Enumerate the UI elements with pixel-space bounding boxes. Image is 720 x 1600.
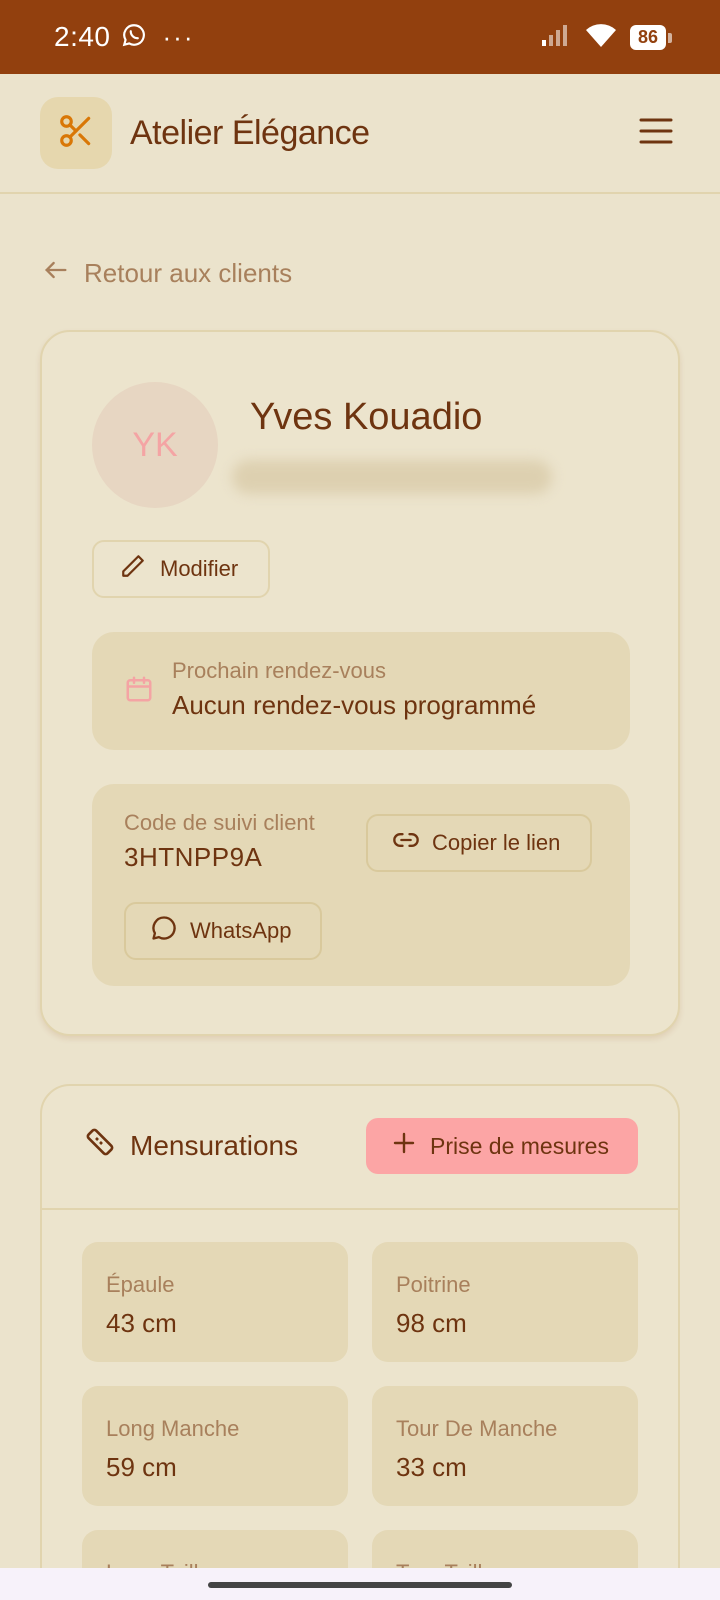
client-phone-redacted — [232, 460, 552, 494]
logo[interactable] — [40, 97, 112, 169]
pencil-icon — [120, 553, 146, 585]
chat-bubble-icon — [150, 914, 178, 948]
measurement-value: 33 cm — [396, 1452, 467, 1482]
measurements-card: Mensurations Prise de mesures Épaule 43 … — [40, 1084, 680, 1600]
client-card: YK Yves Kouadio Modifier Prochain rendez… — [40, 330, 680, 1036]
signal-icon — [540, 22, 572, 53]
next-appointment-box: Prochain rendez-vous Aucun rendez-vous p… — [92, 632, 630, 750]
measurements-grid: Épaule 43 cm Poitrine 98 cm Long Manche … — [82, 1242, 642, 1600]
copy-link-button[interactable]: Copier le lien — [366, 814, 592, 872]
battery-indicator: 86 — [629, 24, 673, 50]
measurement-item: Poitrine 98 cm — [372, 1242, 638, 1362]
avatar: YK — [92, 382, 218, 508]
scissors-icon — [57, 112, 95, 155]
measurement-item: Long Manche 59 cm — [82, 1386, 348, 1506]
ruler-icon — [84, 1126, 116, 1165]
hamburger-menu-icon — [639, 116, 673, 151]
measurements-title: Mensurations — [84, 1126, 298, 1165]
appointment-value: Aucun rendez-vous programmé — [172, 690, 537, 720]
measurement-item: Épaule 43 cm — [82, 1242, 348, 1362]
whatsapp-label: WhatsApp — [190, 918, 292, 943]
calendar-icon — [124, 674, 154, 709]
plus-icon — [392, 1131, 416, 1161]
whatsapp-notification-icon — [121, 22, 147, 53]
measurement-label: Épaule — [106, 1272, 175, 1297]
measurement-item: Tour De Manche 33 cm — [372, 1386, 638, 1506]
edit-button-label: Modifier — [160, 556, 239, 581]
measurements-title-label: Mensurations — [130, 1129, 299, 1161]
system-nav-bar — [0, 1568, 720, 1600]
status-right: 86 — [540, 21, 673, 54]
menu-button[interactable] — [636, 113, 676, 153]
home-gesture-handle[interactable] — [208, 1582, 512, 1588]
link-icon — [392, 826, 420, 860]
tracking-code-value: 3HTNPP9A — [124, 842, 263, 872]
tracking-code-label: Code de suivi client — [124, 810, 315, 835]
measurement-label: Long Manche — [106, 1416, 240, 1441]
back-link-label: Retour aux clients — [84, 258, 293, 288]
copy-link-label: Copier le lien — [432, 830, 561, 855]
client-name: Yves Kouadio — [250, 396, 483, 438]
tracking-code-box: Code de suivi client 3HTNPP9A Copier le … — [92, 784, 630, 986]
measurements-header: Mensurations Prise de mesures — [42, 1086, 678, 1210]
add-measurements-label: Prise de mesures — [430, 1132, 609, 1159]
measurement-label: Tour De Manche — [396, 1416, 558, 1441]
measurement-label: Poitrine — [396, 1272, 471, 1297]
status-left: 2:40 ··· — [54, 21, 194, 53]
more-notifications-icon: ··· — [162, 21, 195, 52]
app-header: Atelier Élégance — [0, 74, 720, 194]
measurement-value: 43 cm — [106, 1308, 177, 1338]
appointment-label: Prochain rendez-vous — [172, 658, 387, 683]
edit-client-button[interactable]: Modifier — [92, 540, 270, 598]
whatsapp-button[interactable]: WhatsApp — [124, 902, 322, 960]
back-to-clients-link[interactable]: Retour aux clients — [42, 256, 292, 291]
app-title: Atelier Élégance — [130, 113, 370, 152]
arrow-left-icon — [42, 256, 70, 291]
measurement-value: 59 cm — [106, 1452, 177, 1482]
add-measurements-button[interactable]: Prise de mesures — [366, 1118, 638, 1174]
status-bar: 2:40 ··· 86 — [0, 0, 720, 74]
status-time: 2:40 — [54, 21, 111, 52]
avatar-initials: YK — [132, 425, 178, 464]
measurement-value: 98 cm — [396, 1308, 467, 1338]
wifi-icon — [584, 21, 618, 54]
